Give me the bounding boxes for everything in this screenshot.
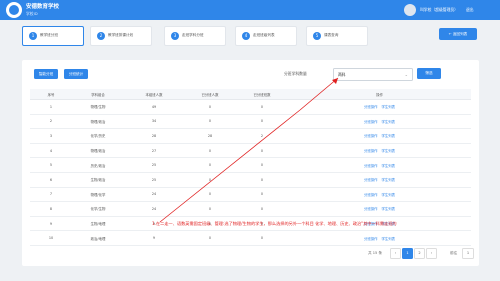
annotation-note: 1.在二走一、语数英需固定班级、管理:选了物理/生物的学生，那么选择的另外一个科… bbox=[152, 221, 397, 226]
annotation-arrow-line bbox=[299, 77, 339, 111]
annotation-arrows bbox=[159, 77, 339, 223]
annotation-arrowhead bbox=[332, 78, 338, 84]
annotation-arrow-line bbox=[159, 109, 301, 223]
